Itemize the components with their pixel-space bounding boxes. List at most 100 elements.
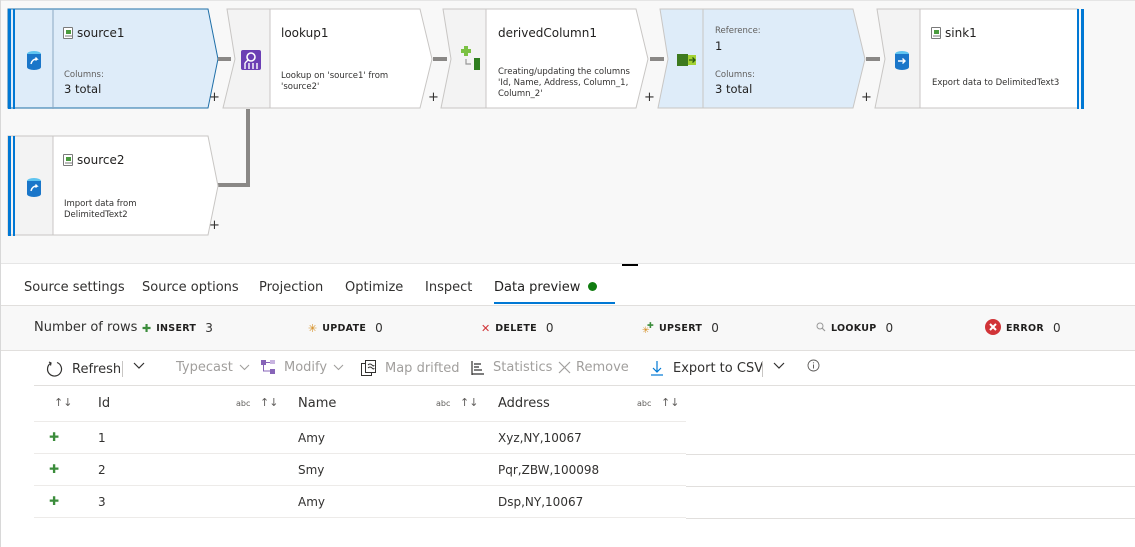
chevron-down-icon — [333, 360, 344, 375]
add-transform-button[interactable]: + — [209, 91, 220, 104]
sort-icon[interactable]: ↑↓ — [661, 396, 679, 409]
settings-tabs: Source settings Source options Projectio… — [1, 270, 1135, 306]
cell-name: Amy — [298, 431, 325, 445]
close-icon — [558, 361, 571, 374]
stat-upsert: ✳ ✚ UPSERT 0 — [642, 321, 719, 336]
refresh-icon — [46, 360, 64, 378]
stat-insert: ✚ INSERT 3 — [142, 321, 213, 335]
node-derived-column1[interactable]: derivedColumn1 Creating/updating the col… — [440, 8, 658, 109]
column-header-name[interactable]: Name — [298, 396, 336, 411]
derived-column-icon — [457, 45, 483, 73]
tab-projection[interactable]: Projection — [259, 280, 323, 295]
sort-icon[interactable]: ↑↓ — [260, 396, 278, 409]
node-sink1[interactable]: sink1 Export data to DelimitedText3 — [874, 8, 1087, 109]
table-row[interactable]: ✚ 1 Amy Xyz,NY,10067 — [34, 422, 686, 454]
data-preview-grid: ↑↓ Id abc ↑↓ Name abc ↑↓ Address abc ↑↓ … — [34, 386, 686, 518]
modify-icon — [261, 360, 276, 375]
add-transform-button[interactable]: + — [428, 91, 439, 104]
x-icon: ✕ — [481, 321, 491, 335]
column-header-address[interactable]: Address — [498, 396, 550, 411]
add-transform-button[interactable]: + — [861, 91, 872, 104]
lookup-icon — [240, 49, 262, 71]
refresh-button[interactable]: Refresh — [46, 360, 121, 378]
stat-lookup: LOOKUP 0 — [816, 321, 893, 335]
type-badge: abc — [436, 399, 451, 408]
svg-text:✚: ✚ — [647, 321, 654, 330]
export-csv-button[interactable]: Export to CSV — [651, 360, 763, 376]
add-transform-button[interactable]: + — [644, 91, 655, 104]
node-description: Import data from DelimitedText2 — [64, 199, 137, 220]
cell-address: Dsp,NY,10067 — [498, 495, 584, 509]
columns-label: Columns: — [64, 70, 104, 80]
table-row[interactable]: ✚ 3 Amy Dsp,NY,10067 — [34, 486, 686, 518]
tab-optimize[interactable]: Optimize — [345, 280, 403, 295]
csv-file-icon — [931, 27, 941, 39]
cell-id: 3 — [98, 495, 106, 509]
select-icon — [674, 51, 700, 69]
status-dot-icon — [588, 282, 598, 291]
sink-db-icon — [892, 49, 912, 71]
row-divider — [686, 454, 1135, 455]
remove-button[interactable]: Remove — [558, 360, 629, 375]
tab-label: Data preview — [494, 280, 581, 295]
refresh-dropdown-button[interactable] — [133, 359, 145, 374]
data-preview-toolbar: Refresh Typecast Modify Map drifted Stat… — [34, 351, 1135, 386]
tab-source-settings[interactable]: Source settings — [24, 280, 125, 295]
node-title: derivedColumn1 — [498, 26, 597, 40]
number-of-rows-label: Number of rows — [34, 320, 138, 335]
map-drifted-button[interactable]: Map drifted — [361, 360, 459, 376]
panel-resize-handle[interactable] — [622, 264, 638, 266]
tab-data-preview[interactable]: Data preview — [494, 280, 616, 304]
stat-value: 0 — [1053, 321, 1061, 335]
stat-key: LOOKUP — [831, 322, 877, 334]
columns-label: Columns: — [715, 70, 755, 80]
toolbar-divider — [122, 361, 123, 377]
refresh-label: Refresh — [72, 361, 122, 377]
add-transform-button[interactable]: + — [209, 219, 220, 232]
connector-line — [246, 109, 250, 187]
node-title: source1 — [77, 26, 125, 40]
node-description: Creating/updating the columns 'Id, Name,… — [498, 67, 630, 99]
type-badge: abc — [637, 399, 652, 408]
node-lookup1[interactable]: lookup1 Lookup on 'source1' from 'source… — [222, 8, 442, 109]
stat-key: ERROR — [1006, 322, 1045, 334]
columns-value: 3 total — [64, 82, 102, 96]
statistics-icon — [471, 360, 485, 375]
modify-label: Modify — [284, 360, 328, 375]
stat-value: 0 — [375, 321, 383, 335]
statistics-label: Statistics — [493, 360, 553, 375]
remove-label: Remove — [576, 360, 629, 375]
stat-value: 0 — [711, 321, 719, 335]
table-row[interactable]: ✚ 2 Smy Pqr,ZBW,100098 — [34, 454, 686, 486]
asterisk-icon: ✳ — [308, 321, 318, 335]
csv-file-icon — [63, 154, 73, 166]
node-description: Export data to DelimitedText3 — [932, 78, 1060, 88]
info-icon — [807, 359, 820, 376]
sort-icon[interactable]: ↑↓ — [54, 396, 72, 409]
statistics-button[interactable]: Statistics — [471, 360, 552, 375]
tab-source-options[interactable]: Source options — [142, 280, 239, 295]
reference-label: Reference: — [715, 26, 761, 36]
plus-icon: ✚ — [142, 321, 152, 335]
stat-value: 0 — [885, 321, 894, 335]
node-source2[interactable]: source2 Import data from DelimitedText2 — [7, 135, 223, 236]
column-header-id[interactable]: Id — [98, 396, 110, 411]
sort-icon[interactable]: ↑↓ — [460, 396, 478, 409]
modify-dropdown[interactable]: Modify — [261, 360, 344, 375]
type-badge: abc — [236, 399, 251, 408]
toolbar-divider — [762, 361, 763, 377]
insert-row-icon: ✚ — [49, 462, 60, 476]
cell-id: 2 — [98, 463, 106, 477]
cell-name: Amy — [298, 495, 325, 509]
cell-address: Pqr,ZBW,100098 — [498, 463, 600, 477]
csv-file-icon — [63, 27, 73, 39]
typecast-dropdown[interactable]: Typecast — [176, 360, 250, 375]
node-select[interactable]: Reference: 1 Columns: 3 total — [657, 8, 875, 109]
data-flow-canvas[interactable]: source1 Columns: 3 total + lookup1 Looku… — [1, 0, 1135, 264]
tab-inspect[interactable]: Inspect — [425, 280, 472, 295]
source-db-icon — [20, 49, 48, 71]
cell-id: 1 — [98, 431, 106, 445]
node-source1[interactable]: source1 Columns: 3 total — [7, 8, 223, 109]
info-button[interactable] — [807, 359, 820, 376]
export-dropdown-button[interactable] — [773, 359, 785, 374]
